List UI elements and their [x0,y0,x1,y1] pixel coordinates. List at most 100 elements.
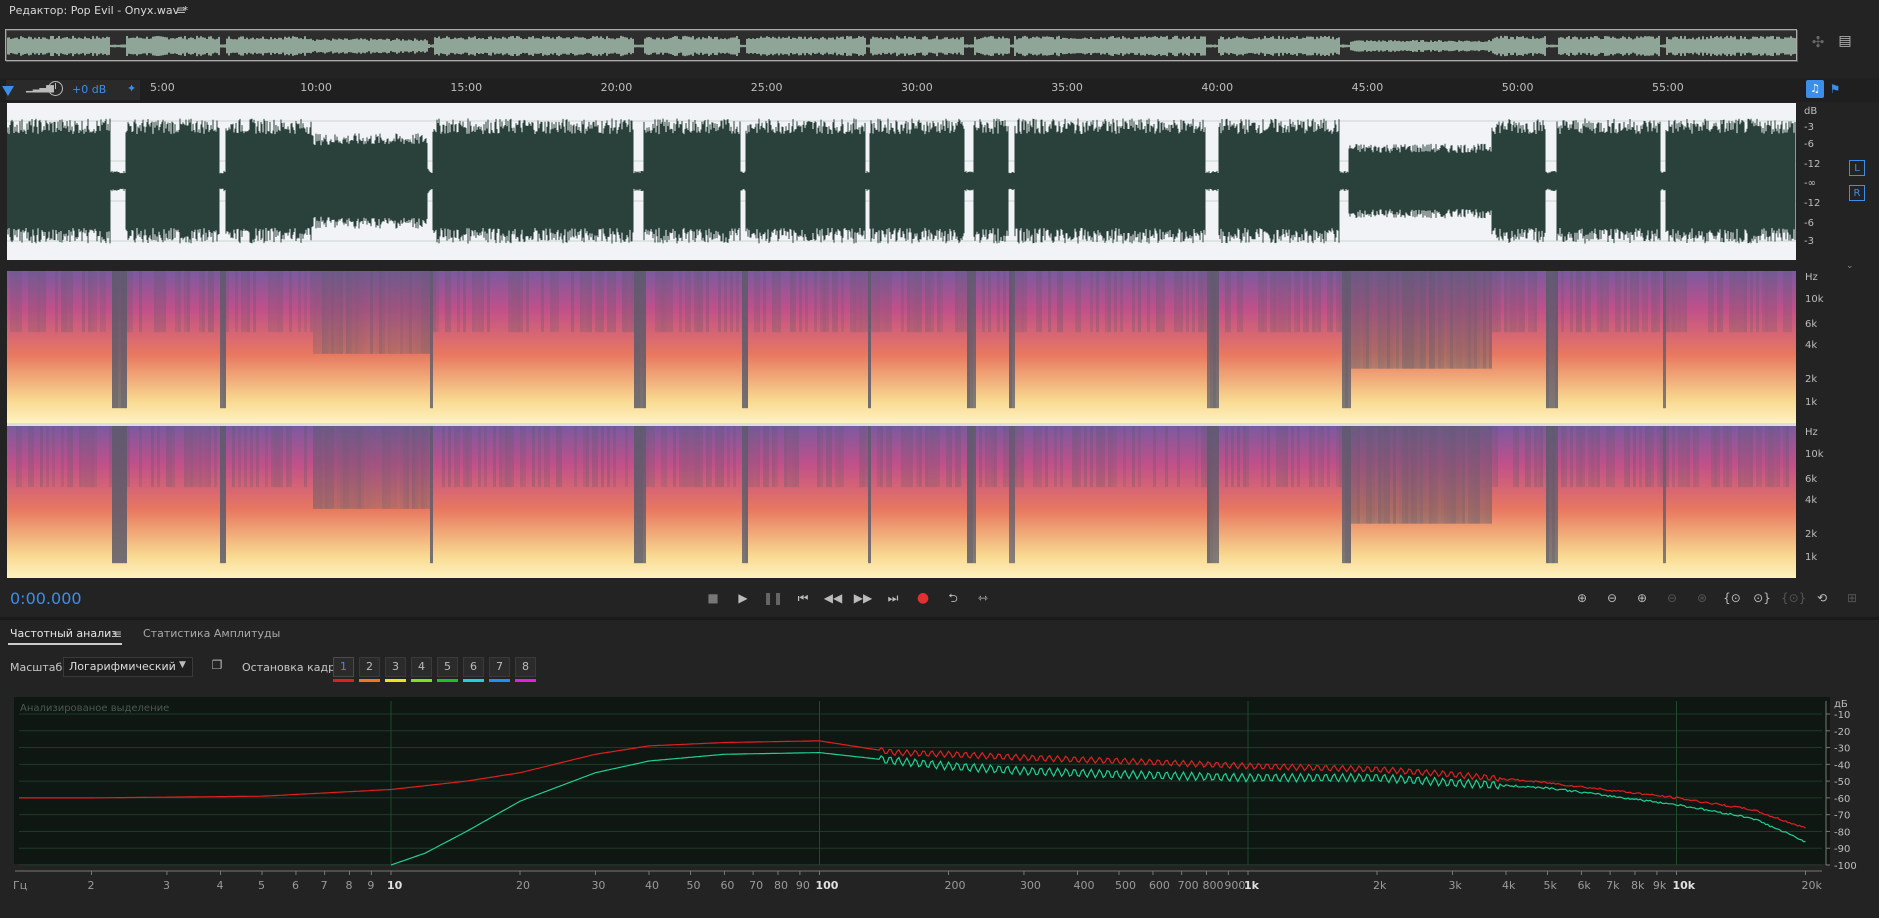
spectral-view-right[interactable] [7,426,1796,578]
spectral-column [658,271,661,333]
spectral-column [1657,426,1660,488]
spectral-view-left[interactable] [7,271,1796,423]
copy-icon[interactable]: ❐ [209,658,225,674]
spectral-column [1714,426,1717,488]
volume-knob-icon[interactable] [48,81,63,96]
loop-button[interactable]: ⮌ [942,588,964,608]
scale-select[interactable]: Логарифмический [63,657,193,677]
spectral-column [835,271,838,333]
channel-left-button[interactable]: L [1849,160,1865,176]
tab-frequency-analysis[interactable]: Частотный анализ [10,627,117,640]
spectral-column [814,271,817,333]
spectral-column [934,426,937,488]
zoom-selection-icon[interactable]: {⊙} [1781,588,1806,608]
playhead-marker[interactable] [2,86,14,96]
spectral-column [904,426,907,488]
spectral-column [628,271,631,333]
spectral-column [1414,426,1417,524]
freeze-frame-color-4 [411,679,432,682]
spectral-column [1465,271,1468,369]
spectral-column [1456,426,1459,524]
chevron-down-icon[interactable]: ⌄ [1846,261,1854,271]
zoom-reset-icon[interactable]: ⟲ [1811,588,1833,608]
spectral-column [937,271,940,333]
spectral-column [1012,271,1015,409]
graph-y-unit-label: дБ [1834,699,1848,710]
skip-selection-button[interactable]: ⇿ [972,588,994,608]
freeze-frame-4[interactable]: 4 [411,657,432,677]
spectral-column [775,271,778,333]
overview-view-range[interactable] [5,29,1797,61]
waveform-view[interactable] [6,103,1796,260]
spectral-column [1666,426,1669,488]
spectral-column [394,426,397,509]
spectral-column [1342,426,1345,564]
spectral-column [721,426,724,488]
tab-amplitude-statistics[interactable]: Статистика Амплитуды [143,627,280,640]
marker-icon[interactable]: ⚑ [1826,80,1844,98]
spectral-column [850,271,853,333]
graph-y-tick-label: -60 [1834,794,1850,805]
volume-value[interactable]: +0 dB [72,83,106,96]
stop-button[interactable]: ■ [702,588,724,608]
record-button[interactable]: ● [912,588,934,608]
rewind-button[interactable]: ◀◀ [822,588,844,608]
freeze-frame-3[interactable]: 3 [385,657,406,677]
spectral-column [1480,426,1483,524]
spectral-column [334,271,337,354]
zoom-fit-icon[interactable]: ✣ [1808,33,1828,53]
spectral-column [400,271,403,354]
zoom-full-icon[interactable]: ⊛ [1691,588,1713,608]
spectral-column [1762,271,1765,333]
zoom-in-amplitude-icon[interactable]: ⊕ [1571,588,1593,608]
zoom-out-time-icon[interactable]: ⊖ [1661,588,1683,608]
zoom-history-icon[interactable]: ⊞ [1841,588,1863,608]
spectral-column [727,426,730,488]
ruler-tick-label: 5:00 [150,81,175,94]
panel-toggle-icon[interactable]: ▤ [1835,33,1855,53]
spectral-column [1432,271,1435,369]
freeze-frame-2[interactable]: 2 [359,657,380,677]
spectral-column [700,426,703,488]
zoom-out-amplitude-icon[interactable]: ⊖ [1601,588,1623,608]
spectral-column [118,271,121,409]
fast-forward-button[interactable]: ▶▶ [852,588,874,608]
spectral-column [1633,271,1636,333]
spectral-column [1228,271,1231,333]
spectral-column [1201,426,1204,488]
spectral-column [1447,426,1450,524]
tab-menu-icon[interactable]: ≡ [112,627,122,641]
spectral-column [1435,271,1438,369]
go-to-start-button[interactable]: ⏮ [792,588,814,608]
freeze-frame-5[interactable]: 5 [437,657,458,677]
headphones-icon[interactable]: ♫ [1806,80,1824,98]
spectral-column [820,426,823,488]
spectral-column [637,426,640,564]
zoom-in-at-end-icon[interactable]: ⊙} [1751,588,1773,608]
spectral-column [154,271,157,333]
spectral-column [1378,426,1381,524]
zoom-in-time-icon[interactable]: ⊕ [1631,588,1653,608]
hamburger-icon[interactable]: ≡ [176,3,186,17]
spectral-column [1438,426,1441,524]
pause-button[interactable]: ❚❚ [762,588,784,608]
spectral-column [1483,426,1486,524]
freeze-frame-1[interactable]: 1 [333,657,354,677]
spectral-column [1738,271,1741,333]
spectral-column [679,271,682,333]
zoom-in-at-start-icon[interactable]: {⊙ [1721,588,1743,608]
channel-right-button[interactable]: R [1849,185,1865,201]
active-tab-indicator [8,643,122,645]
frequency-graph[interactable] [14,697,1830,864]
spectral-column [916,271,919,333]
freeze-frame-8[interactable]: 8 [515,657,536,677]
spectral-column [1273,271,1276,333]
freeze-frame-6[interactable]: 6 [463,657,484,677]
ruler-tick-label: 30:00 [901,81,933,94]
play-button[interactable]: ▶ [732,588,754,608]
freeze-frame-7[interactable]: 7 [489,657,510,677]
go-to-end-button[interactable]: ⏭ [882,588,904,608]
spectral-column [853,271,856,333]
spectral-column [1639,426,1642,488]
pin-icon[interactable]: ✦ [127,82,136,95]
